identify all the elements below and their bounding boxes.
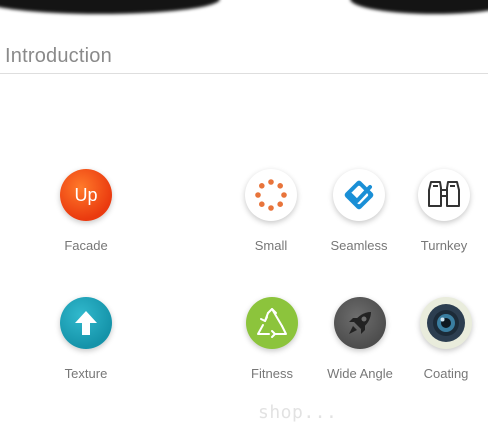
feature-label: Coating <box>423 366 469 381</box>
rocket-icon <box>334 297 386 349</box>
feature-label: Wide Angle <box>327 366 393 381</box>
feature-seamless: Seamless <box>314 169 404 253</box>
feature-label: Small <box>254 238 288 253</box>
dotted-ring-icon <box>245 169 297 221</box>
up-arrow-icon <box>60 297 112 349</box>
section-divider <box>0 73 488 74</box>
up-badge-text: Up <box>74 184 98 205</box>
top-shadow-decoration <box>0 0 488 22</box>
layered-check-icon <box>333 169 385 221</box>
feature-label: Fitness <box>251 366 293 381</box>
feature-wide-angle: Wide Angle <box>315 297 405 381</box>
recycle-icon <box>246 297 298 349</box>
feature-turnkey: Turnkey <box>399 169 488 253</box>
up-badge-icon: Up <box>60 169 112 221</box>
feature-texture: Texture <box>41 297 131 381</box>
feature-label: Turnkey <box>420 238 468 253</box>
feature-label: Texture <box>64 366 108 381</box>
section-title: Introduction <box>5 45 112 67</box>
feature-coating: Coating <box>401 297 488 381</box>
binoculars-icon <box>418 169 470 221</box>
feature-small: Small <box>226 169 316 253</box>
feature-facade: Up Facade <box>41 169 131 253</box>
feature-label: Facade <box>64 238 108 253</box>
watermark-text: shop... <box>258 402 338 423</box>
feature-label: Seamless <box>330 238 388 253</box>
feature-fitness: Fitness <box>227 297 317 381</box>
camera-lens-icon <box>420 297 472 349</box>
